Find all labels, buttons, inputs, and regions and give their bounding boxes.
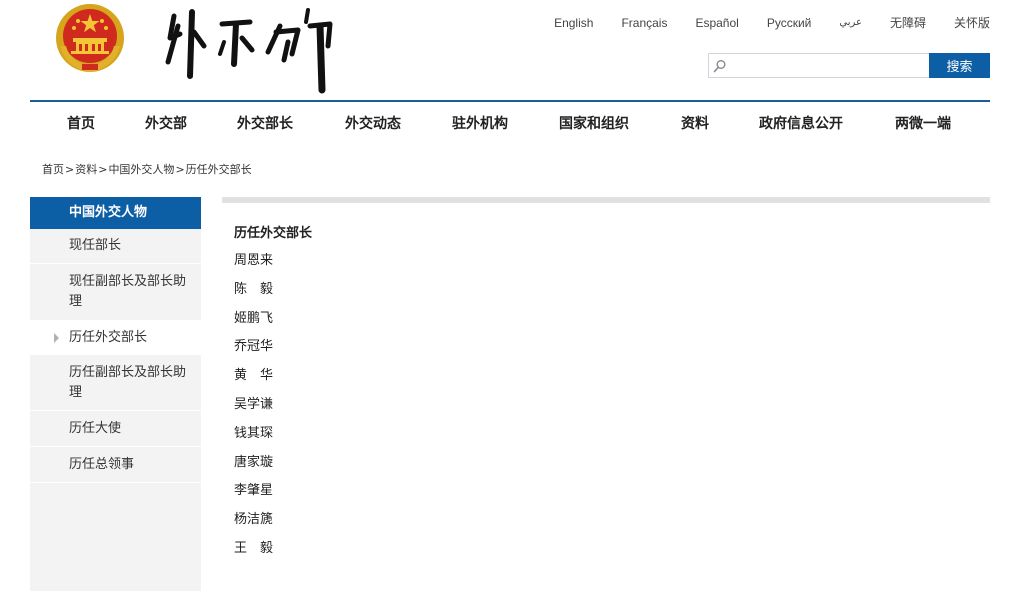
sidebar-item-label: 现任部长 <box>69 238 122 253</box>
nav-item-diplomatic-news[interactable]: 外交动态 <box>345 113 401 133</box>
lang-spanish-link[interactable]: Español <box>695 16 738 30</box>
page-title: 历任外交部长 <box>234 226 313 241</box>
sidebar-title: 中国外交人物 <box>30 197 201 229</box>
nav-item-minister[interactable]: 外交部长 <box>237 113 293 133</box>
list-item[interactable]: 黄 华 <box>234 367 273 396</box>
lang-french-link[interactable]: Français <box>621 16 667 30</box>
national-emblem-icon <box>56 4 124 72</box>
sidebar-item-label: 现任副部长及部长助理 <box>69 274 187 309</box>
elderly-care-version-link[interactable]: 关怀版 <box>954 14 990 31</box>
search-field-wrapper <box>708 53 929 78</box>
list-item[interactable]: 乔冠华 <box>234 338 273 367</box>
sidebar: 中国外交人物 现任部长 现任副部长及部长助理 历任外交部长 历任副部长及部长助理… <box>30 197 201 591</box>
list-item[interactable]: 吴学谦 <box>234 396 273 425</box>
ministry-calligraphy-logo-icon <box>165 8 333 94</box>
list-item[interactable]: 陈 毅 <box>234 281 273 310</box>
search-bar: 搜索 <box>708 53 990 78</box>
triangle-right-icon <box>54 332 59 343</box>
search-button[interactable]: 搜索 <box>929 53 990 78</box>
sidebar-item-current-minister[interactable]: 现任部长 <box>30 229 201 264</box>
search-input[interactable] <box>709 54 929 77</box>
list-item[interactable]: 李肇星 <box>234 482 273 511</box>
list-item[interactable]: 杨洁篪 <box>234 511 273 540</box>
sidebar-item-current-vice-ministers[interactable]: 现任副部长及部长助理 <box>30 264 201 321</box>
breadcrumb: 首页>资料>中国外交人物>历任外交部长 <box>42 161 252 177</box>
nav-item-resources[interactable]: 资料 <box>681 113 709 133</box>
lang-arabic-link[interactable]: عربي <box>839 17 862 28</box>
list-item[interactable]: 钱其琛 <box>234 425 273 454</box>
list-item[interactable]: 周恩来 <box>234 252 273 281</box>
header-divider <box>30 100 990 102</box>
breadcrumb-current[interactable]: 历任外交部长 <box>186 163 252 176</box>
nav-item-countries-organizations[interactable]: 国家和组织 <box>559 113 629 133</box>
list-item[interactable]: 唐家璇 <box>234 454 273 483</box>
nav-item-home[interactable]: 首页 <box>67 113 95 133</box>
lang-russian-link[interactable]: Русский <box>767 16 812 30</box>
accessibility-link[interactable]: 无障碍 <box>890 14 926 31</box>
nav-item-ministry[interactable]: 外交部 <box>145 113 187 133</box>
sidebar-item-label: 历任总领事 <box>69 456 135 472</box>
lang-english-link[interactable]: English <box>554 16 593 30</box>
sidebar-item-label: 历任大使 <box>69 420 122 436</box>
list-item[interactable]: 姬鹏飞 <box>234 310 273 339</box>
sidebar-item-former-ambassadors[interactable]: 历任大使 <box>30 411 201 447</box>
search-icon <box>713 60 726 73</box>
nav-item-missions-abroad[interactable]: 驻外机构 <box>452 113 508 133</box>
breadcrumb-separator: > <box>98 163 108 176</box>
language-bar: English Français Español Русский عربي 无障… <box>554 14 990 31</box>
breadcrumb-resources[interactable]: 资料 <box>75 163 97 176</box>
main-nav: 首页 外交部 外交部长 外交动态 驻外机构 国家和组织 资料 政府信息公开 两微… <box>30 104 990 140</box>
sidebar-item-former-ministers[interactable]: 历任外交部长 <box>30 321 201 355</box>
minister-list: 周恩来 陈 毅 姬鹏飞 乔冠华 黄 华 吴学谦 钱其琛 唐家璇 李肇星 杨洁篪 … <box>234 252 273 569</box>
sidebar-item-label: 历任外交部长 <box>69 329 148 345</box>
list-item[interactable]: 王 毅 <box>234 540 273 569</box>
sidebar-item-former-consuls-general[interactable]: 历任总领事 <box>30 447 201 483</box>
sidebar-item-label: 历任副部长及部长助理 <box>69 364 187 400</box>
content-top-bar <box>222 197 990 203</box>
breadcrumb-diplomatic-figures[interactable]: 中国外交人物 <box>108 163 174 176</box>
nav-item-government-info[interactable]: 政府信息公开 <box>759 113 843 133</box>
breadcrumb-home[interactable]: 首页 <box>42 163 64 176</box>
breadcrumb-separator: > <box>65 163 75 176</box>
sidebar-item-former-vice-ministers[interactable]: 历任副部长及部长助理 <box>30 355 201 411</box>
breadcrumb-separator: > <box>175 163 185 176</box>
nav-item-social-media[interactable]: 两微一端 <box>895 113 951 133</box>
